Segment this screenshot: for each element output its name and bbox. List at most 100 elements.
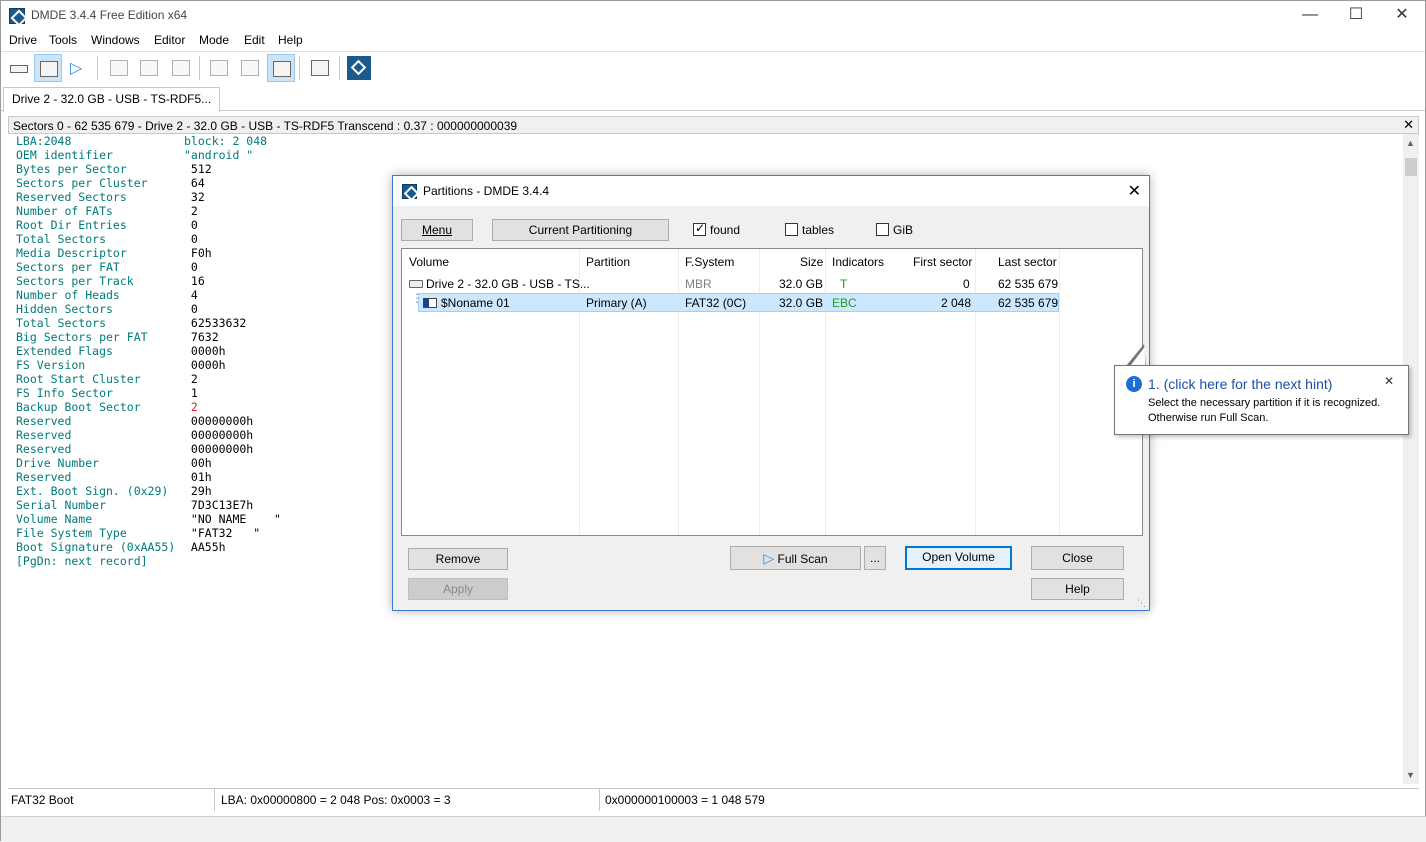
boot-field-row: Number of Heads 4 xyxy=(16,288,198,302)
boot-field-row: LBA:2048 block: 2 048 xyxy=(16,134,267,148)
boot-field-label: Reserved xyxy=(16,428,72,442)
search-button[interactable] xyxy=(135,54,163,82)
current-partitioning-button[interactable]: Current Partitioning xyxy=(492,219,669,241)
dmde-logo-button[interactable] xyxy=(345,54,373,82)
title-bar: DMDE 3.4.4 Free Edition x64 — ☐ ✕ xyxy=(1,1,1425,31)
tree-view-button[interactable] xyxy=(205,54,233,82)
boot-field-row: Total Sectors 0 xyxy=(16,232,198,246)
details-icon xyxy=(241,60,259,76)
boot-field-row: Root Start Cluster 2 xyxy=(16,372,198,386)
partition-list[interactable]: Volume Partition F.System Size Indicator… xyxy=(401,248,1143,536)
boot-field-label: Sectors per Track xyxy=(16,274,134,288)
gib-checkbox[interactable]: GiB xyxy=(876,223,913,237)
hint-title[interactable]: 1. (click here for the next hint) xyxy=(1148,376,1332,392)
remove-button[interactable]: Remove xyxy=(408,548,508,570)
window-layout-button[interactable] xyxy=(306,54,334,82)
col-last-sector[interactable]: Last sector xyxy=(998,255,1057,269)
close-window-icon[interactable]: ✕ xyxy=(1379,1,1425,31)
boot-field-value: 0000h xyxy=(184,358,226,372)
resize-grip-icon[interactable]: ⋱ xyxy=(1137,598,1146,609)
volume-icon xyxy=(423,298,437,308)
col-size[interactable]: Size xyxy=(800,255,823,269)
menu-tools[interactable]: Tools xyxy=(49,33,77,47)
help-button[interactable]: Help xyxy=(1031,578,1124,600)
boot-field-label: Bytes per Sector xyxy=(16,162,127,176)
boot-field-value: 0 xyxy=(184,302,198,316)
hint-close-icon[interactable]: ✕ xyxy=(1384,374,1394,388)
boot-field-value: 512 xyxy=(184,162,212,176)
minimize-icon[interactable]: — xyxy=(1287,1,1333,31)
boot-field-value: 0000h xyxy=(184,344,226,358)
details-view-button[interactable] xyxy=(236,54,264,82)
boot-field-value: "NO NAME " xyxy=(184,512,281,526)
boot-field-row: Reserved 01h xyxy=(16,470,212,484)
boot-field-row: OEM identifier "android " xyxy=(16,148,253,162)
full-scan-button[interactable]: ▷ Full Scan xyxy=(730,546,861,570)
hint-balloon[interactable]: i 1. (click here for the next hint) ✕ Se… xyxy=(1114,365,1409,435)
boot-field-label: Number of FATs xyxy=(16,204,113,218)
col-partition[interactable]: Partition xyxy=(586,255,630,269)
boot-field-value: 2 xyxy=(184,400,198,414)
play-button[interactable]: ▷ xyxy=(63,54,91,82)
vertical-scrollbar[interactable]: ▲ ▼ xyxy=(1403,134,1419,784)
select-drive-button[interactable] xyxy=(5,54,33,82)
tool-button-4[interactable] xyxy=(105,54,133,82)
row-last-sector: 62 535 679 xyxy=(998,296,1059,310)
boot-field-value: 1 xyxy=(184,386,198,400)
scroll-up-icon[interactable]: ▲ xyxy=(1406,138,1415,148)
boot-field-value: 0 xyxy=(184,232,198,246)
boot-field-label: Sectors per FAT xyxy=(16,260,120,274)
menu-help[interactable]: Help xyxy=(278,33,303,47)
col-first-sector[interactable]: First sector xyxy=(913,255,972,269)
menu-bar: Drive Tools Windows Editor Mode Edit Hel… xyxy=(1,31,1425,51)
menu-button[interactable]: Menu xyxy=(401,219,473,241)
boot-field-value: 00000000h xyxy=(184,414,254,428)
close-panel-icon[interactable]: ✕ xyxy=(1403,117,1414,133)
menu-mode[interactable]: Mode xyxy=(199,33,229,47)
menu-windows[interactable]: Windows xyxy=(91,33,140,47)
boot-field-value: 0 xyxy=(184,218,198,232)
windows-icon xyxy=(311,60,329,76)
close-button[interactable]: Close xyxy=(1031,546,1124,570)
boot-field-row: Reserved 00000000h xyxy=(16,414,253,428)
tables-checkbox[interactable]: tables xyxy=(785,223,834,237)
scroll-down-icon[interactable]: ▼ xyxy=(1406,770,1415,780)
found-checkbox[interactable]: found xyxy=(693,221,740,237)
boot-field-value: 62533632 xyxy=(184,316,247,330)
scroll-thumb[interactable] xyxy=(1405,158,1417,176)
boot-field-value: "android " xyxy=(184,148,254,162)
col-fsystem[interactable]: F.System xyxy=(685,255,734,269)
toolbar: ▷ xyxy=(1,51,1425,85)
boot-field-row: File System Type "FAT32 " xyxy=(16,526,260,540)
checkbox-checked-icon xyxy=(693,221,706,236)
tab-drive-2[interactable]: Drive 2 - 32.0 GB - USB - TS-RDF5... xyxy=(3,87,221,112)
dialog-title-bar: Partitions - DMDE 3.4.4 ✕ xyxy=(393,176,1149,206)
boot-field-value: 00000000h xyxy=(184,442,254,456)
boot-field-row: Boot Signature (0xAA55) AA55h xyxy=(16,540,226,554)
boot-field-label: Extended Flags xyxy=(16,344,113,358)
apply-button[interactable]: Apply xyxy=(408,578,508,600)
boot-field-row: Drive Number 00h xyxy=(16,456,212,470)
dialog-close-icon[interactable]: ✕ xyxy=(1128,181,1141,201)
open-volume-button[interactable]: Open Volume xyxy=(905,546,1012,570)
row-indicators: EBC xyxy=(832,296,857,310)
boot-field-value: 4 xyxy=(184,288,198,302)
new-file-button[interactable] xyxy=(167,54,195,82)
boot-field-value: block: 2 048 xyxy=(184,134,268,148)
col-volume[interactable]: Volume xyxy=(409,255,449,269)
boot-field-value: 00000000h xyxy=(184,428,254,442)
row-volume: $Noname 01 xyxy=(423,296,510,310)
boot-field-label: LBA:2048 xyxy=(16,134,72,148)
menu-editor[interactable]: Editor xyxy=(154,33,185,47)
boot-field-row: Total Sectors 62533632 xyxy=(16,316,246,330)
boot-field-row: Reserved 00000000h xyxy=(16,428,253,442)
menu-edit[interactable]: Edit xyxy=(244,33,265,47)
grid-view-button[interactable] xyxy=(267,54,295,82)
boot-field-row: Reserved Sectors 32 xyxy=(16,190,205,204)
scan-options-button[interactable]: ... xyxy=(864,546,886,570)
boot-field-label: Hidden Sectors xyxy=(16,302,113,316)
maximize-icon[interactable]: ☐ xyxy=(1333,1,1379,31)
partitions-button[interactable] xyxy=(34,54,62,82)
col-indicators[interactable]: Indicators xyxy=(832,255,884,269)
menu-drive[interactable]: Drive xyxy=(9,33,37,47)
